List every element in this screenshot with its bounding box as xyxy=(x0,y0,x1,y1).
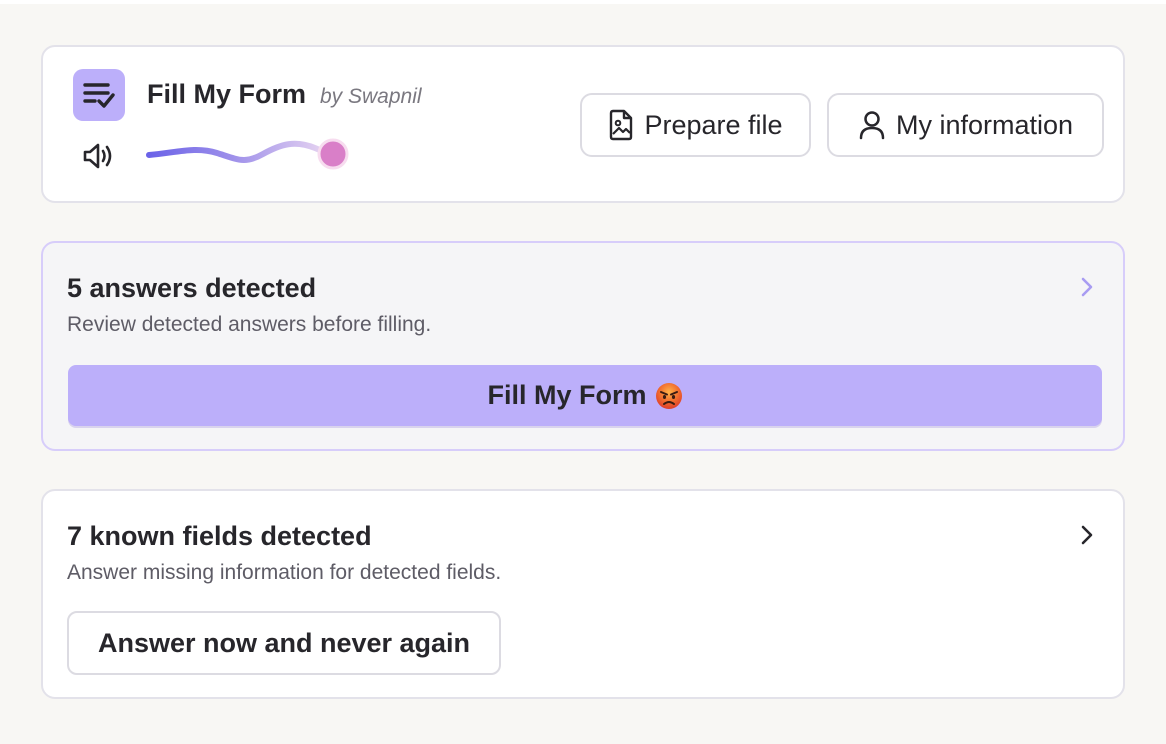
answer-now-button[interactable]: Answer now and never again xyxy=(67,611,501,675)
fields-card[interactable]: 7 known fields detected Answer missing i… xyxy=(41,489,1125,699)
volume-slider[interactable] xyxy=(145,134,359,174)
fields-title: 7 known fields detected xyxy=(67,521,372,551)
my-information-button[interactable]: My information xyxy=(827,93,1104,157)
speaker-icon[interactable] xyxy=(81,141,117,171)
file-image-icon xyxy=(610,109,633,141)
fill-my-form-label: Fill My Form xyxy=(487,380,647,410)
answers-subtitle: Review detected answers before filling. xyxy=(67,313,432,336)
answer-now-label: Answer now and never again xyxy=(97,627,471,658)
answers-card[interactable]: 5 answers detected Review detected answe… xyxy=(41,241,1125,451)
top-strip xyxy=(0,0,1166,4)
volume-slider-thumb xyxy=(317,138,349,170)
fields-subtitle: Answer missing information for detected … xyxy=(67,561,502,584)
checklist-icon xyxy=(73,69,125,121)
prepare-file-label: Prepare file xyxy=(644,109,783,140)
chevron-right-icon[interactable] xyxy=(1077,273,1097,301)
app-title: Fill My Form xyxy=(147,79,307,109)
angry-face-emoji xyxy=(655,382,682,409)
header-card: Fill My Form by Swapnil Prepare file My … xyxy=(41,45,1125,203)
my-information-label: My information xyxy=(895,109,1074,140)
app-byline: by Swapnil xyxy=(320,85,422,108)
user-icon xyxy=(859,111,885,140)
answers-title: 5 answers detected xyxy=(67,273,317,303)
fill-my-form-button[interactable]: Fill My Form xyxy=(68,365,1102,426)
chevron-right-icon[interactable] xyxy=(1077,521,1097,549)
prepare-file-button[interactable]: Prepare file xyxy=(580,93,811,157)
